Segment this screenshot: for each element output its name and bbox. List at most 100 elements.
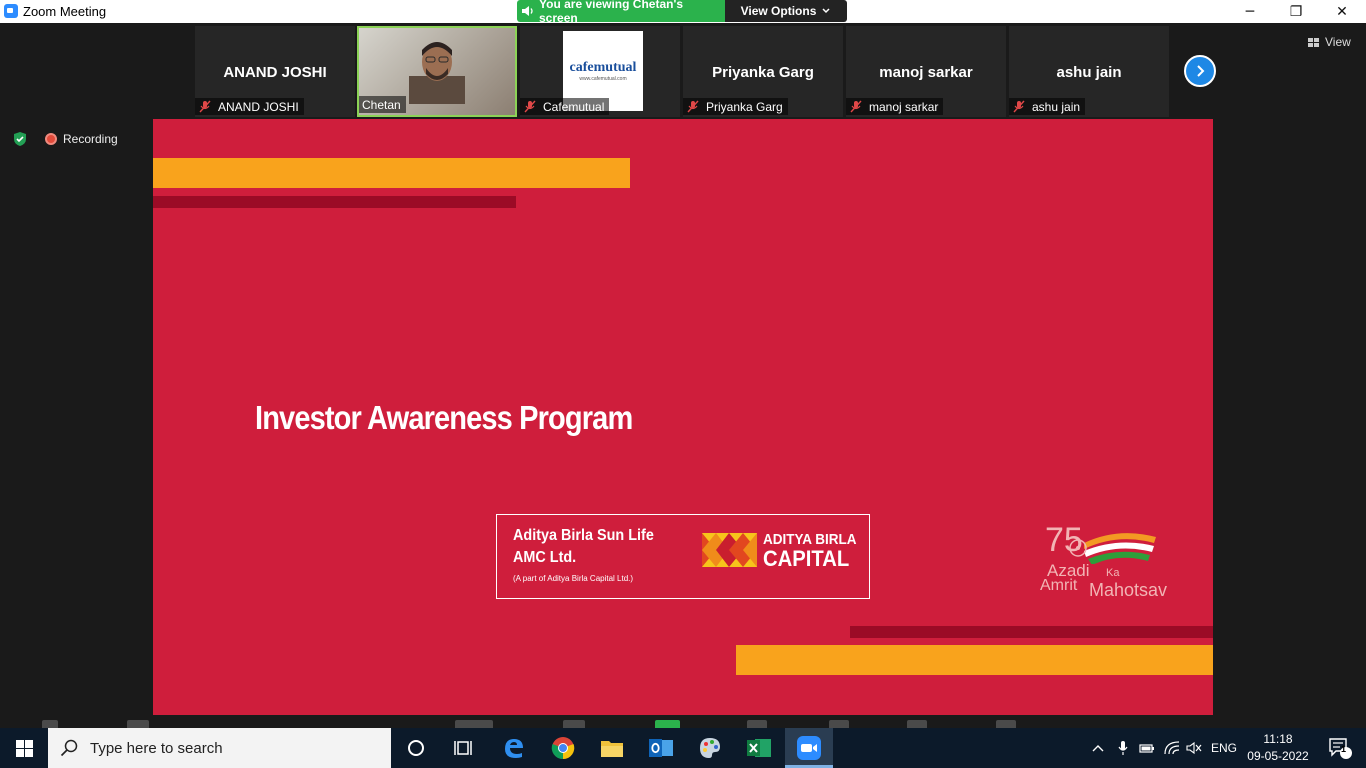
azadi-ka-amrit-mahotsav-logo: 75 Azadi Ka Amrit Mahotsav xyxy=(1038,519,1188,604)
participant-nameplate-text: Priyanka Garg xyxy=(706,99,783,114)
viewing-screen-indicator: You are viewing Chetan's screen xyxy=(517,0,725,25)
start-button[interactable] xyxy=(0,728,48,768)
action-center-button[interactable]: 1 xyxy=(1320,728,1360,768)
participant-nameplate-text: ashu jain xyxy=(1032,99,1081,114)
file-explorer-icon xyxy=(601,741,623,757)
windows-logo-icon xyxy=(15,739,33,757)
reactions-button-partial[interactable] xyxy=(829,720,849,728)
chrome-button[interactable] xyxy=(539,728,587,768)
paint-button[interactable] xyxy=(686,728,734,768)
cafemutual-logo-sub: www.cafemutual.com xyxy=(579,76,627,82)
recording-dot-icon xyxy=(45,133,57,145)
mic-muted-icon xyxy=(850,100,862,113)
participant-tile-ashu-jain[interactable]: ashu jain ashu jain xyxy=(1009,26,1169,117)
share-screen-button-partial[interactable] xyxy=(655,720,680,728)
minimize-button[interactable]: ─ xyxy=(1227,0,1273,23)
view-button[interactable]: View xyxy=(1308,35,1351,49)
mic-muted-icon xyxy=(1013,100,1025,113)
company-line-2: AMC Ltd. xyxy=(513,549,577,566)
company-line-1: Aditya Birla Sun Life xyxy=(513,527,654,544)
participant-nameplate: ANAND JOSHI xyxy=(195,98,304,115)
window-title: Zoom Meeting xyxy=(23,4,107,19)
recording-indicator[interactable]: Recording xyxy=(45,132,118,146)
participant-gallery: ANAND JOSHI ANAND JOSHI Chetan cafemutua… xyxy=(0,23,1366,119)
participants-button-partial[interactable] xyxy=(455,720,493,728)
record-button-partial[interactable] xyxy=(747,720,767,728)
zoom-icon xyxy=(797,736,821,760)
mic-muted-icon xyxy=(524,100,536,113)
clock-time: 11:18 xyxy=(1263,732,1293,746)
viewing-screen-text: You are viewing Chetan's screen xyxy=(539,0,683,25)
participant-nameplate: manoj sarkar xyxy=(846,98,944,115)
microphone-icon xyxy=(1118,741,1128,755)
recording-label: Recording xyxy=(63,132,118,146)
taskbar-search-box[interactable]: Type here to search xyxy=(48,728,391,768)
security-shield-icon[interactable] xyxy=(12,131,28,147)
aditya-birla-sun-mark-icon xyxy=(702,533,757,567)
participant-nameplate-text: Chetan xyxy=(362,97,401,112)
close-button[interactable]: ✕ xyxy=(1319,0,1365,23)
cortana-button[interactable] xyxy=(392,728,440,768)
notification-count: 1 xyxy=(1341,744,1347,754)
excel-button[interactable] xyxy=(735,728,783,768)
participant-nameplate: Priyanka Garg xyxy=(683,98,788,115)
edge-icon xyxy=(505,739,523,758)
next-page-button[interactable] xyxy=(1184,55,1216,87)
brand-line-2: CAPITAL xyxy=(763,546,850,571)
participant-nameplate: Cafemutual xyxy=(520,98,610,115)
participant-tile-priyanka-garg[interactable]: Priyanka Garg Priyanka Garg xyxy=(683,26,843,117)
slide-title: Investor Awareness Program xyxy=(255,399,633,436)
meeting-toolbar xyxy=(0,715,1366,728)
search-placeholder: Type here to search xyxy=(90,739,223,757)
participant-nameplate: ashu jain xyxy=(1009,98,1086,115)
participant-display-name: Priyanka Garg xyxy=(712,64,814,81)
apps-button-partial[interactable] xyxy=(907,720,927,728)
participant-nameplate: Chetan xyxy=(359,96,406,113)
video-button-partial[interactable] xyxy=(127,720,149,728)
task-view-icon xyxy=(454,741,472,755)
ka-text: Ka xyxy=(1106,567,1120,579)
participant-display-name: manoj sarkar xyxy=(879,64,973,81)
participant-tile-anand-joshi[interactable]: ANAND JOSHI ANAND JOSHI xyxy=(195,26,355,117)
participant-nameplate-text: manoj sarkar xyxy=(869,99,939,114)
outlook-icon xyxy=(649,739,673,757)
notification-icon xyxy=(1329,738,1352,759)
azadi-75-flag-icon: 75 xyxy=(1045,521,1156,564)
outlook-button[interactable] xyxy=(637,728,685,768)
volume-tray-button[interactable] xyxy=(1184,728,1204,768)
chat-button-partial[interactable] xyxy=(563,720,585,728)
screen-share-banner: You are viewing Chetan's screen View Opt… xyxy=(517,0,847,25)
clock-button[interactable]: 11:18 09-05-2022 xyxy=(1240,731,1316,765)
zoom-button[interactable] xyxy=(785,728,833,768)
paint-icon xyxy=(700,738,720,758)
wifi-icon xyxy=(1164,741,1180,755)
shared-screen-slide: Investor Awareness Program Aditya Birla … xyxy=(153,119,1213,715)
restore-button[interactable]: ❐ xyxy=(1273,0,1319,23)
task-view-button[interactable] xyxy=(440,728,488,768)
battery-icon xyxy=(1139,744,1154,753)
participant-tile-chetan[interactable]: Chetan xyxy=(357,26,517,117)
participant-video xyxy=(409,42,465,104)
participant-display-name: ANAND JOSHI xyxy=(223,64,327,81)
excel-icon xyxy=(747,739,771,757)
volume-muted-icon xyxy=(1186,741,1202,755)
participant-tile-cafemutual[interactable]: cafemutual www.cafemutual.com Cafemutual xyxy=(520,26,680,117)
whiteboard-button-partial[interactable] xyxy=(996,720,1016,728)
orange-accent-bar-bottom xyxy=(736,645,1213,675)
battery-tray-button[interactable] xyxy=(1137,728,1157,768)
dark-accent-bar-top xyxy=(153,196,516,208)
input-language-button[interactable]: ENG xyxy=(1208,728,1240,768)
participant-tile-manoj-sarkar[interactable]: manoj sarkar manoj sarkar xyxy=(846,26,1006,117)
zoom-app-icon xyxy=(4,4,18,18)
file-explorer-button[interactable] xyxy=(588,728,636,768)
cafemutual-logo-text: cafemutual xyxy=(569,60,637,75)
edge-button[interactable] xyxy=(490,728,538,768)
chevron-right-icon xyxy=(1197,65,1205,77)
view-options-button[interactable]: View Options xyxy=(725,0,847,22)
participant-display-name: ashu jain xyxy=(1056,64,1122,81)
dark-accent-bar-bottom xyxy=(850,626,1213,638)
network-tray-button[interactable] xyxy=(1161,728,1183,768)
mute-button-partial[interactable] xyxy=(42,720,58,728)
microphone-tray-button[interactable] xyxy=(1113,728,1133,768)
show-hidden-icons-button[interactable] xyxy=(1088,728,1108,768)
